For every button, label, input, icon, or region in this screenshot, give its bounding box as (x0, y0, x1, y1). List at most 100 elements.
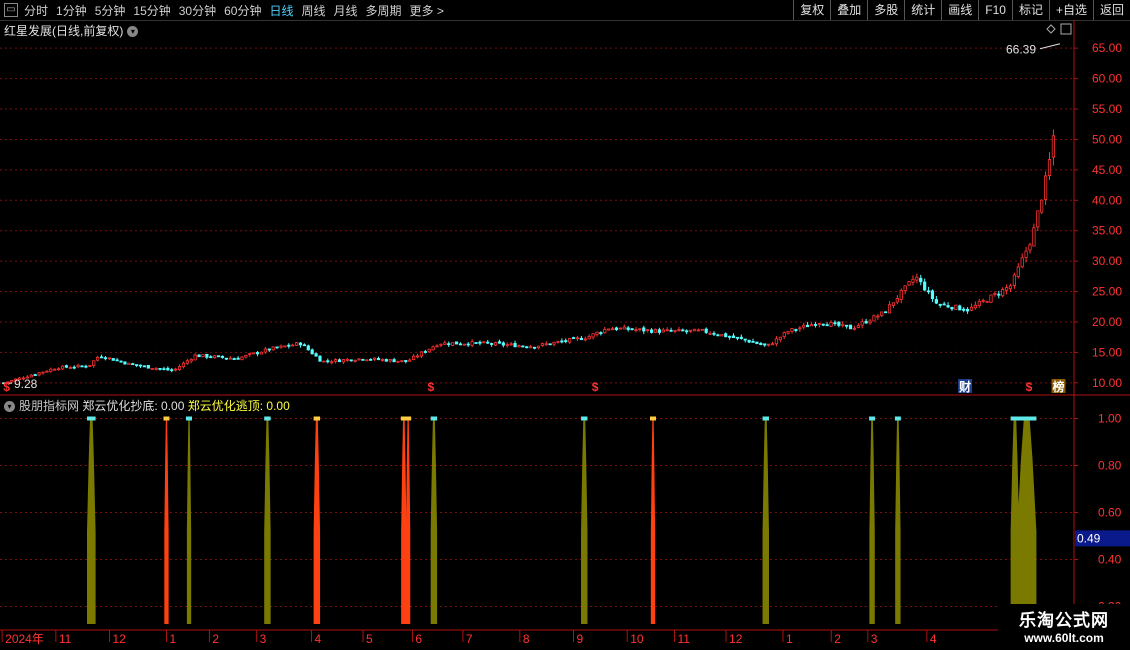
candle-body (704, 328, 708, 333)
candle-body (396, 360, 400, 363)
event-marker[interactable]: $ (592, 380, 599, 394)
event-marker[interactable]: $ (1026, 380, 1033, 394)
event-marker[interactable]: 财 (958, 379, 971, 394)
candle-body (926, 290, 931, 293)
candle-body (493, 342, 498, 346)
candle-body (969, 306, 974, 311)
chevron-down-icon[interactable]: ▾ (127, 26, 139, 38)
candle-body (68, 367, 72, 369)
candle-body (314, 353, 318, 357)
indicator-line2-label: 郑云优化逃顶: 0.00 (187, 399, 290, 413)
chevron-down-icon[interactable]: ▾ (4, 401, 15, 413)
candle-body (1043, 175, 1048, 200)
candle-body (751, 341, 755, 343)
indicator-tick-label: 0.60 (1098, 506, 1122, 520)
candle-body (57, 368, 61, 371)
candle-body (1040, 199, 1044, 213)
time-axis-label: 2 (834, 632, 841, 646)
signal-bar (186, 418, 192, 624)
candle-body (782, 332, 786, 337)
candle-body (107, 357, 111, 360)
signal-bar (164, 418, 169, 624)
chart-canvas[interactable]: 65.00 60.00 55.00 50.00 45.00 40.00 35.00 30.00… (0, 0, 1130, 650)
candle-body (887, 304, 892, 314)
candle-body (310, 349, 314, 355)
candle-body (197, 354, 201, 358)
candle-body (630, 328, 634, 331)
candle-body (1032, 227, 1036, 247)
high-price-label: 66.39 (1006, 43, 1036, 57)
candle-body (209, 356, 213, 359)
candle-body (365, 359, 369, 362)
candle-body (954, 304, 958, 310)
candle-body (142, 365, 147, 368)
candle-body (123, 361, 127, 365)
signal-cap (86, 416, 96, 421)
candle-body (337, 359, 342, 363)
candle-body (99, 356, 104, 359)
candle-body (216, 355, 221, 358)
candle-body (591, 333, 595, 338)
candle-body (357, 358, 361, 361)
candle-body (638, 328, 642, 331)
time-axis-label: 1 (169, 632, 176, 646)
time-axis-label: 7 (466, 632, 473, 646)
price-tick-label: 50.00 (1092, 132, 1122, 146)
window-toggle-icon[interactable] (1060, 23, 1072, 35)
candle-body (326, 360, 330, 363)
indicator-tick-label: 0.40 (1098, 553, 1122, 567)
candle-body (794, 329, 798, 331)
candle-body (162, 368, 166, 371)
event-marker[interactable]: $ (427, 380, 434, 394)
indicator-tick-label: 1.00 (1098, 412, 1122, 426)
candle-body (103, 357, 108, 360)
candle-body (525, 346, 529, 349)
event-marker[interactable]: 榜 (1053, 379, 1065, 394)
candle-body (778, 336, 782, 341)
price-tick-label: 60.00 (1092, 72, 1122, 86)
time-axis-label: 4 (314, 632, 321, 646)
candle-body (349, 359, 353, 362)
candle-body (427, 348, 431, 353)
candle-body (583, 338, 587, 341)
candle-body (1047, 159, 1052, 176)
candle-body (146, 364, 150, 369)
event-marker[interactable]: $ (3, 380, 10, 394)
candle-body (228, 357, 232, 360)
candle-body (767, 343, 771, 346)
candle-body (72, 366, 76, 369)
time-axis-label: 4 (930, 632, 937, 646)
candle-body (880, 311, 884, 316)
candle-body (497, 341, 502, 344)
candle-body (1008, 285, 1013, 290)
candle-body (817, 323, 821, 325)
candle-body (435, 345, 439, 348)
candle-body (252, 352, 256, 355)
candle-body (813, 324, 818, 326)
indicator-line1-label: 郑云优化抄底: 0.00 (82, 399, 185, 413)
candle-body (981, 300, 985, 302)
candle-body (33, 374, 37, 376)
time-axis-label: 12 (729, 632, 743, 646)
candle-body (985, 300, 989, 303)
candle-body (716, 334, 720, 337)
candle-body (950, 306, 954, 310)
candle-body (911, 278, 915, 283)
low-price-label: 9.28 (14, 377, 38, 391)
candle-body (451, 342, 455, 346)
candle-body (677, 329, 681, 331)
candle-body (673, 329, 677, 332)
candle-body (755, 341, 759, 345)
signal-bar (86, 418, 96, 624)
candle-body (330, 361, 334, 364)
candle-body (37, 372, 41, 376)
candle-body (977, 301, 981, 307)
indicator-name: 股朋指标网 (19, 399, 80, 413)
candle-body (111, 358, 115, 361)
candle-body (899, 289, 903, 300)
candle-body (205, 353, 209, 358)
candle-body (798, 327, 802, 330)
candle-body (860, 321, 864, 326)
candle-body (946, 305, 950, 308)
candle-body (318, 355, 322, 362)
